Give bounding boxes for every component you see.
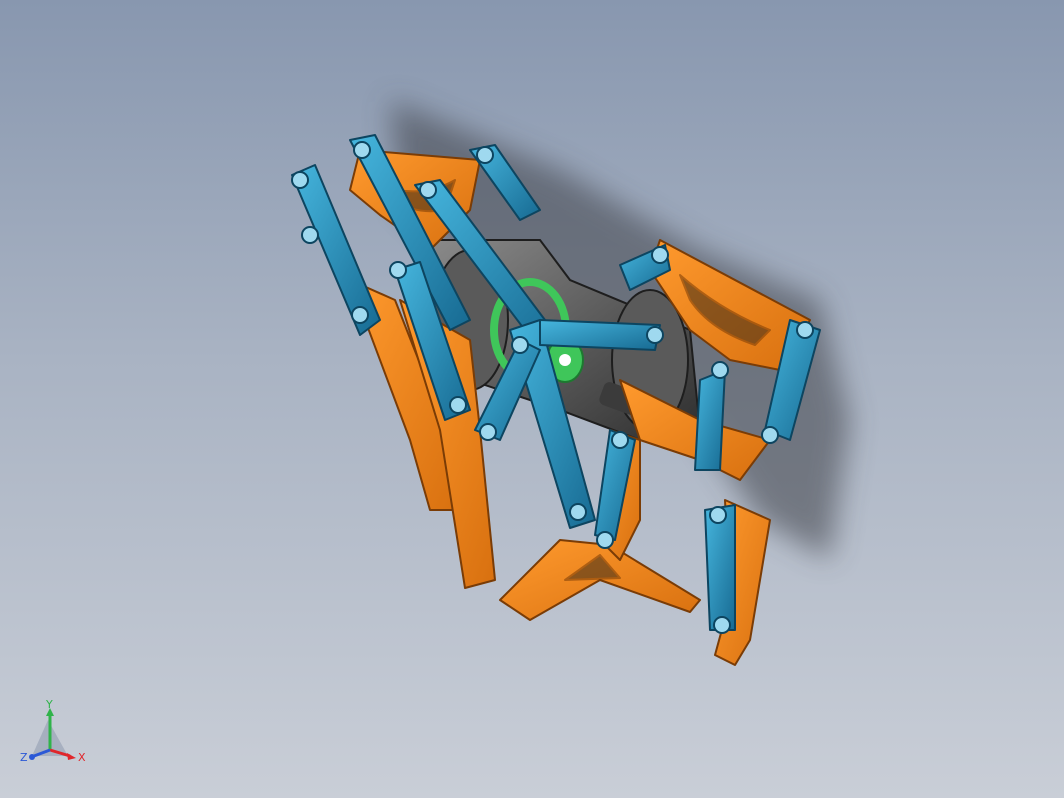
- x-axis-label: X: [78, 751, 86, 764]
- graphics-viewport[interactable]: Y X Z: [0, 0, 1064, 798]
- orientation-triad[interactable]: Y X Z: [18, 700, 90, 772]
- link-right-inner: [694, 369, 726, 471]
- z-axis-label: Z: [20, 751, 28, 764]
- z-axis-arrow-icon: [29, 754, 35, 760]
- x-axis-arrow-icon: [67, 753, 76, 760]
- link-center-right: [539, 319, 661, 351]
- y-axis-label: Y: [45, 700, 53, 711]
- plate-bottom: [499, 539, 701, 621]
- cad-model-canvas[interactable]: [0, 0, 1064, 798]
